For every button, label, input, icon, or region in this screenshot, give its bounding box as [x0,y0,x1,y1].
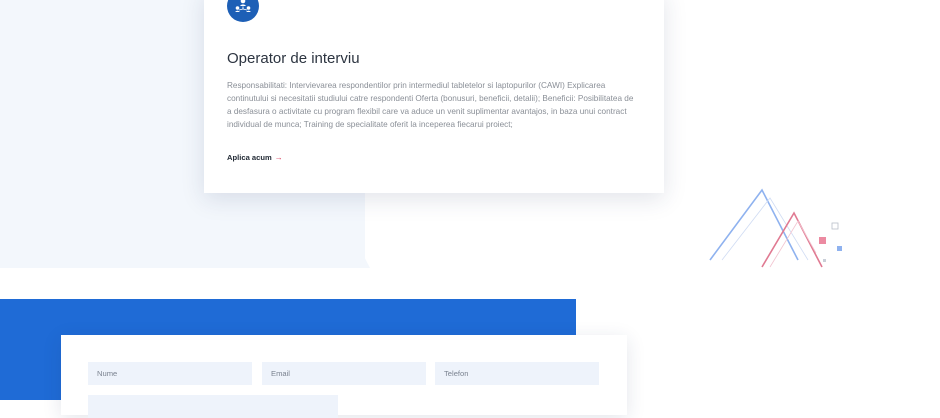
apply-button[interactable]: Aplica acum → [227,153,283,162]
job-description: Responsabilitati: Intervievarea responde… [227,81,634,129]
arrow-right-icon: → [274,153,283,162]
email-input[interactable] [262,362,426,385]
apply-label: Aplica acum [227,153,272,162]
additional-field[interactable] [88,395,338,418]
job-title: Operator de interviu [227,50,360,67]
team-icon [227,0,259,22]
name-input[interactable] [88,362,252,385]
job-card: Operator de interviu Responsabilitati: I… [204,0,664,193]
phone-input[interactable] [435,362,599,385]
application-form [61,335,627,418]
mountain-decoration-icon [709,188,842,268]
